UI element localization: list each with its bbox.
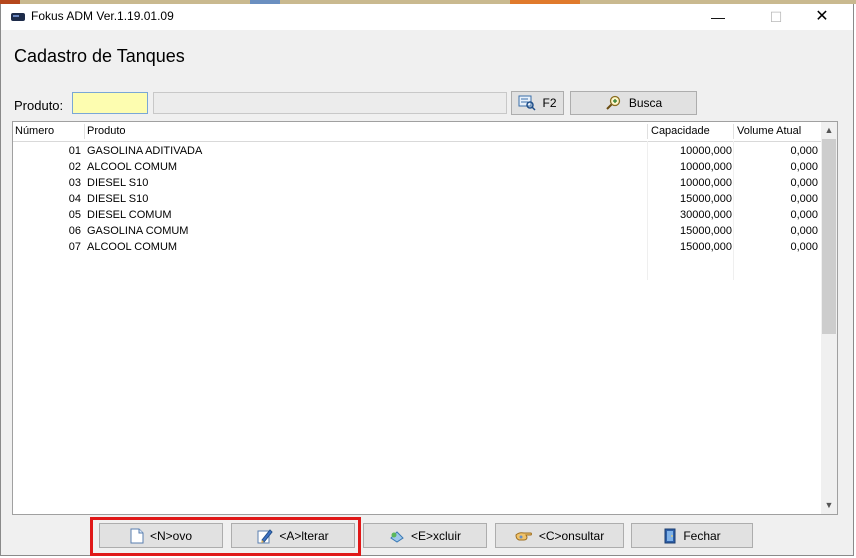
cell-capacidade: 30000,000 (680, 209, 732, 221)
cell-produto: GASOLINA ADITIVADA (87, 145, 203, 157)
column-divider[interactable] (733, 124, 734, 139)
cell-produto: DIESEL S10 (87, 177, 149, 189)
door-exit-icon (663, 528, 677, 544)
cell-numero: 01 (68, 145, 81, 157)
table-row[interactable]: 05 DIESEL COMUM 30000,000 0,000 (13, 208, 821, 224)
cell-volume-atual: 0,000 (790, 177, 818, 189)
produto-description-field (153, 92, 507, 114)
f2-label: F2 (542, 96, 557, 110)
chevron-down-icon[interactable]: ▼ (821, 497, 837, 514)
busca-button[interactable]: Busca (570, 91, 697, 115)
cell-capacidade: 10000,000 (680, 161, 732, 173)
minimize-button[interactable]: — (695, 4, 741, 30)
cell-volume-atual: 0,000 (790, 145, 818, 157)
cell-produto: DIESEL COMUM (87, 209, 172, 221)
grid-header: Número Produto Capacidade Volume Atual (13, 122, 821, 142)
table-row[interactable]: 03 DIESEL S10 10000,000 0,000 (13, 176, 821, 192)
cell-numero: 06 (68, 225, 81, 237)
cell-volume-atual: 0,000 (790, 225, 818, 237)
delete-icon (389, 529, 405, 543)
cell-numero: 04 (68, 193, 81, 205)
col-header-capacidade[interactable]: Capacidade (651, 125, 710, 137)
cell-capacidade: 10000,000 (680, 177, 732, 189)
cell-numero: 05 (68, 209, 81, 221)
cell-capacidade: 15000,000 (680, 241, 732, 253)
cell-produto: DIESEL S10 (87, 193, 149, 205)
hand-pointer-icon (515, 529, 533, 543)
fechar-label: Fechar (683, 528, 721, 543)
close-button[interactable]: ✕ (799, 4, 845, 30)
excluir-label: <E>xcluir (410, 528, 462, 543)
main-window: Fokus ADM Ver.1.19.01.09 — ☐ ✕ Cadastro … (0, 4, 854, 556)
produto-code-input[interactable] (72, 92, 148, 114)
annotation-highlight-box (90, 517, 361, 556)
table-row[interactable]: 07 ALCOOL COMUM 15000,000 0,000 (13, 240, 821, 256)
cell-produto: GASOLINA COMUM (87, 225, 189, 237)
column-divider[interactable] (84, 124, 85, 139)
cell-volume-atual: 0,000 (790, 161, 818, 173)
vertical-scrollbar[interactable]: ▲ ▼ (821, 122, 837, 514)
col-header-numero[interactable]: Número (15, 125, 54, 137)
maximize-button[interactable]: ☐ (753, 4, 799, 30)
window-title: Fokus ADM Ver.1.19.01.09 (31, 9, 174, 23)
col-header-volume-atual[interactable]: Volume Atual (737, 125, 801, 137)
f2-lookup-button[interactable]: F2 (511, 91, 564, 115)
cell-volume-atual: 0,000 (790, 209, 818, 221)
consultar-button[interactable]: <C>onsultar (495, 523, 624, 548)
column-divider[interactable] (647, 124, 648, 139)
consultar-label: <C>onsultar (538, 528, 605, 543)
cell-capacidade: 15000,000 (680, 193, 732, 205)
busca-label: Busca (628, 96, 663, 110)
fechar-button[interactable]: Fechar (631, 523, 753, 548)
col-header-produto[interactable]: Produto (87, 125, 126, 137)
cell-capacidade: 15000,000 (680, 225, 732, 237)
cell-volume-atual: 0,000 (790, 241, 818, 253)
table-row[interactable]: 06 GASOLINA COMUM 15000,000 0,000 (13, 224, 821, 240)
page-title: Cadastro de Tanques (14, 46, 185, 66)
table-row[interactable]: 02 ALCOOL COMUM 10000,000 0,000 (13, 160, 821, 176)
cell-volume-atual: 0,000 (790, 193, 818, 205)
cell-numero: 03 (68, 177, 81, 189)
monitor-icon (10, 12, 26, 22)
cell-capacidade: 10000,000 (680, 145, 732, 157)
scrollbar-thumb[interactable] (822, 139, 836, 334)
cell-numero: 02 (68, 161, 81, 173)
produto-label: Produto: (14, 98, 64, 113)
excluir-button[interactable]: <E>xcluir (363, 523, 487, 548)
cell-numero: 07 (68, 241, 81, 253)
chevron-up-icon[interactable]: ▲ (821, 122, 837, 139)
title-bar: Fokus ADM Ver.1.19.01.09 — ☐ ✕ (1, 4, 853, 30)
table-row[interactable]: 01 GASOLINA ADITIVADA 10000,000 0,000 (13, 144, 821, 160)
magnifier-plus-icon (605, 95, 623, 111)
cell-produto: ALCOOL COMUM (87, 241, 178, 253)
tanques-grid[interactable]: Número Produto Capacidade Volume Atual 0… (12, 121, 838, 515)
table-row[interactable]: 04 DIESEL S10 15000,000 0,000 (13, 192, 821, 208)
search-list-icon (518, 95, 537, 111)
cell-produto: ALCOOL COMUM (87, 161, 178, 173)
